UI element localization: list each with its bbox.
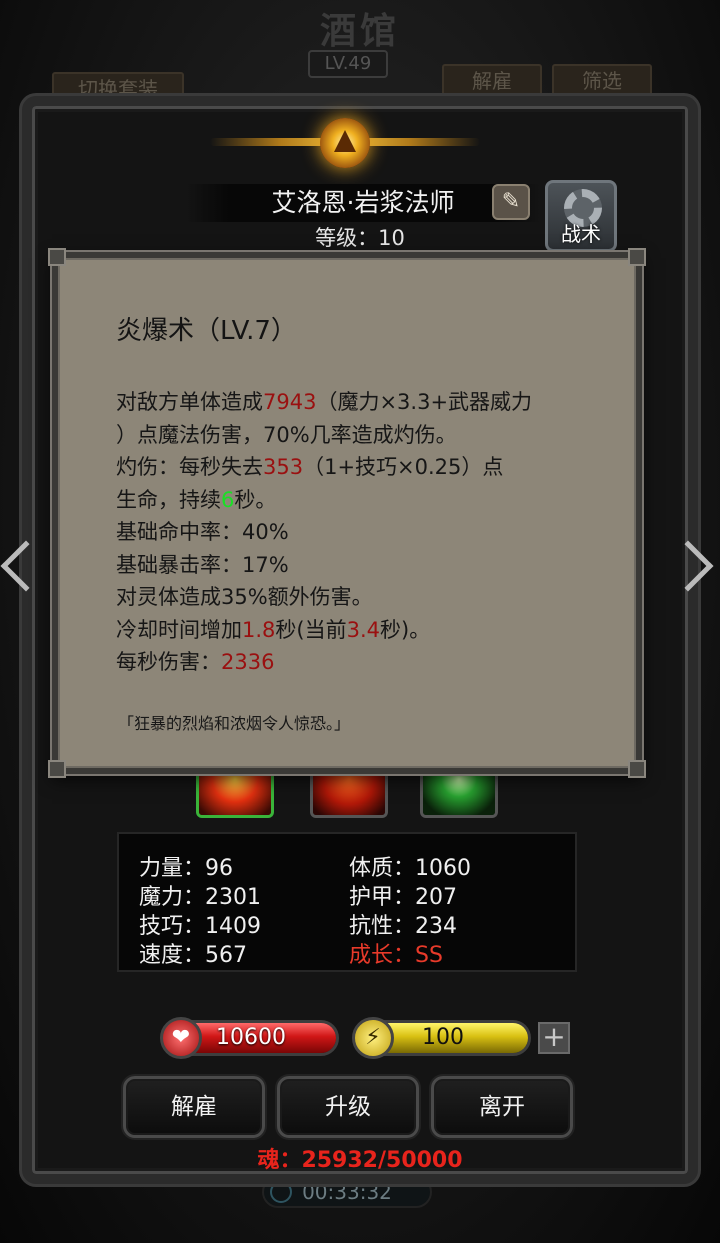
tavern-title: 酒馆 bbox=[319, 10, 400, 52]
stat-skill: 技巧：1409 bbox=[139, 914, 261, 939]
dismiss-top-button: 解雇 bbox=[442, 64, 542, 98]
stat-speed: 速度：567 bbox=[139, 943, 247, 968]
stat-growth: 成长：SS bbox=[349, 943, 443, 968]
hero-name: 艾洛恩·岩浆法师 bbox=[186, 184, 540, 222]
green-orb-skill-icon bbox=[423, 770, 495, 815]
next-hero-arrow-icon[interactable] bbox=[662, 538, 716, 608]
tavern-level: LV.49 bbox=[308, 50, 388, 78]
emblem-icon bbox=[210, 110, 480, 180]
stat-strength: 力量：96 bbox=[139, 856, 233, 881]
skill-slot-green-orb[interactable] bbox=[420, 770, 498, 818]
burn-duration: 6 bbox=[221, 487, 235, 512]
stat-constitution: 体质：1060 bbox=[349, 856, 471, 881]
skill-description: 对敌方单体造成7943（魔力×3.3+武器威力 ）点魔法伤害，70%几率造成灼伤… bbox=[116, 390, 533, 674]
stat-magic: 魔力：2301 bbox=[139, 885, 261, 910]
tactics-label: 战术 bbox=[561, 222, 601, 246]
burn-value: 353 bbox=[263, 455, 304, 479]
stat-resistance: 抗性：234 bbox=[349, 914, 457, 939]
flame-skill-icon bbox=[313, 770, 385, 815]
skill-slot-fire-blast[interactable] bbox=[196, 770, 274, 818]
prev-hero-arrow-icon[interactable] bbox=[0, 538, 52, 608]
cooldown-current: 3.4 bbox=[346, 617, 381, 642]
edit-name-icon[interactable]: ✎ bbox=[492, 184, 530, 220]
stats-panel: 力量：96 魔力：2301 技巧：1409 速度：567 体质：1060 护甲：… bbox=[117, 832, 577, 972]
soul-counter: 魂：25932/50000 bbox=[257, 1148, 463, 1173]
tactics-button[interactable]: 战术 bbox=[545, 180, 617, 252]
leave-button[interactable]: 离开 bbox=[431, 1076, 573, 1138]
damage-value: 7943 bbox=[263, 390, 317, 414]
skill-title: 炎爆术（LV.7） bbox=[116, 316, 297, 346]
cooldown-increase: 1.8 bbox=[242, 617, 276, 642]
skill-tooltip: 炎爆术（LV.7） 对敌方单体造成7943（魔力×3.3+武器威力 ）点魔法伤害… bbox=[48, 248, 646, 778]
clock-icon bbox=[270, 1181, 292, 1203]
lightning-icon: ⚡ bbox=[352, 1017, 394, 1059]
dps-value: 2336 bbox=[221, 650, 275, 674]
stat-armor: 护甲：207 bbox=[349, 885, 457, 910]
skill-slot-flame[interactable] bbox=[310, 770, 388, 818]
skill-flavor-text: 「狂暴的烈焰和浓烟令人惊恐。」 bbox=[118, 714, 351, 733]
upgrade-button[interactable]: 升级 bbox=[277, 1076, 419, 1138]
filter-button: 筛选 bbox=[552, 64, 652, 98]
heart-icon: ❤ bbox=[160, 1017, 202, 1059]
dismiss-button[interactable]: 解雇 bbox=[123, 1076, 265, 1138]
add-energy-button[interactable]: + bbox=[538, 1022, 570, 1054]
fire-blast-skill-icon bbox=[199, 770, 271, 815]
